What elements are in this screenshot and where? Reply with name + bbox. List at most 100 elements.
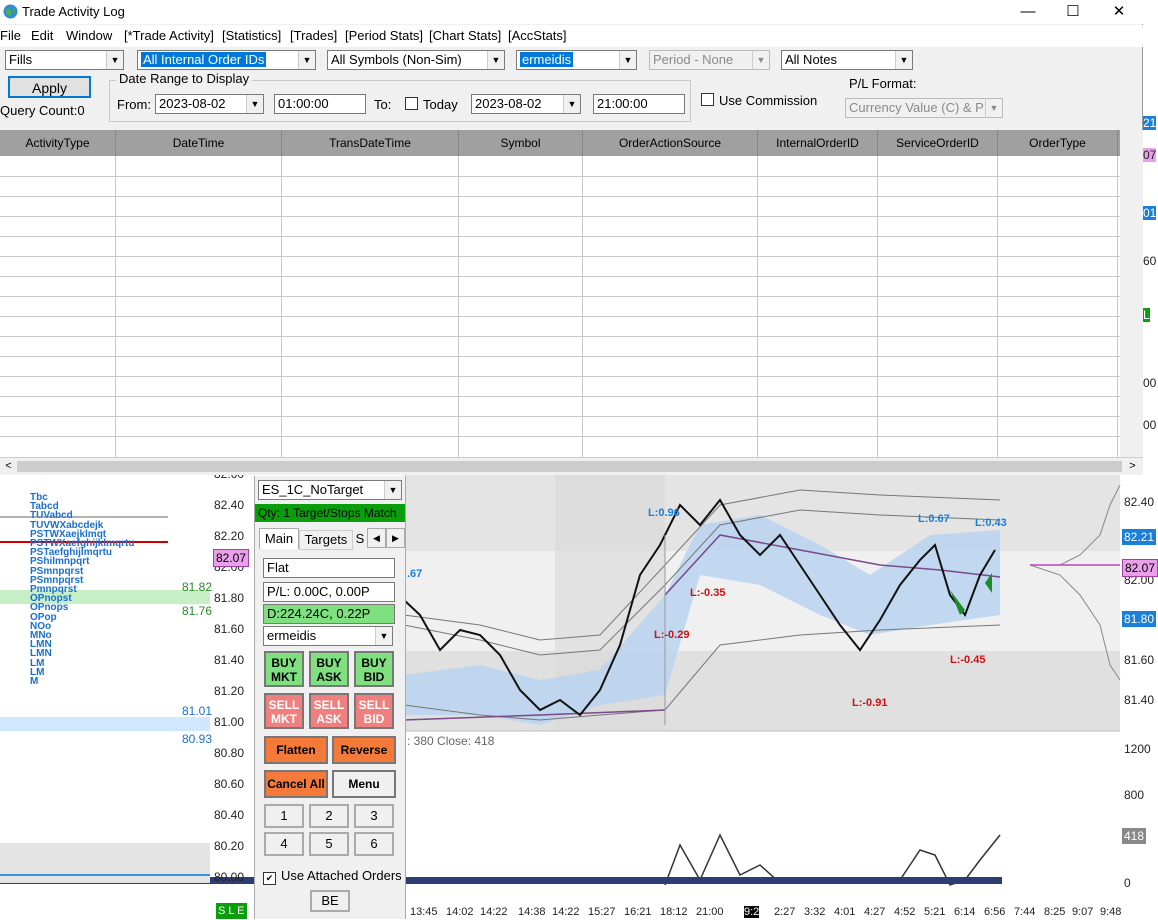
menu-trades[interactable]: [Trades] — [290, 28, 337, 43]
col-datetime[interactable]: DateTime — [116, 130, 282, 156]
buy-ask-button[interactable]: BUY ASK — [309, 651, 349, 687]
daily-pnl-field: D:224.24C, 0.22P — [263, 604, 395, 624]
from-time-input[interactable]: 01:00:00 — [274, 94, 366, 114]
time-label: 14:22 — [480, 906, 508, 918]
col-symbol[interactable]: Symbol — [459, 130, 583, 156]
activity-grid[interactable]: ActivityType DateTime TransDateTime Symb… — [0, 130, 1120, 457]
to-time-input[interactable]: 21:00:00 — [593, 94, 685, 114]
edge-tick: L — [1143, 308, 1150, 322]
use-attached-orders-checkbox[interactable]: ✔ — [263, 872, 276, 885]
maximize-button[interactable]: ☐ — [1050, 0, 1096, 24]
title-bar[interactable]: Trade Activity Log — ☐ ✕ — [0, 0, 1143, 24]
market-profile-letters: Tbc Tabcd TUVabcd TUVWXabcdejk PSTWXaejk… — [30, 492, 180, 686]
volume-readout: : 380 Close: 418 — [407, 734, 495, 748]
menu-acc-stats[interactable]: [AccStats] — [508, 28, 567, 43]
qty-button-4[interactable]: 4 — [264, 832, 304, 856]
scroll-right-icon[interactable]: > — [1124, 458, 1141, 475]
breakeven-button[interactable]: BE — [310, 890, 350, 912]
price-tick: 81.20 — [214, 684, 245, 698]
col-order-action-source[interactable]: OrderActionSource — [583, 130, 758, 156]
btn-line: BUY — [271, 656, 297, 670]
notes-select[interactable]: All Notes ▼ — [781, 50, 913, 70]
pl-format-value: Currency Value (C) & P — [849, 100, 984, 115]
buy-bid-button[interactable]: BUY BID — [354, 651, 394, 687]
to-date-picker[interactable]: 2023-08-02 ▼ — [471, 94, 581, 114]
trade-strategy-select[interactable]: ES_1C_NoTarget ▼ — [258, 480, 402, 500]
level-label: 81.01 — [182, 704, 213, 718]
trade-annotation: L:-0.91 — [852, 697, 888, 709]
horizontal-scrollbar[interactable]: < > — [0, 457, 1143, 475]
right-edge-labels: 21 07 01 60 00 00 L — [1143, 110, 1158, 470]
level-tag-right: 81.80 — [1122, 611, 1157, 627]
today-checkbox-row[interactable]: Today — [405, 97, 458, 112]
window-title: Trade Activity Log — [22, 4, 125, 19]
qty-button-5[interactable]: 5 — [309, 832, 349, 856]
trade-annotation: L:-0.29 — [654, 629, 690, 641]
buy-market-button[interactable]: BUY MKT — [264, 651, 304, 687]
tab-scroll-left-icon[interactable]: ◀ — [367, 528, 386, 548]
scroll-thumb[interactable] — [17, 461, 1122, 472]
menu-button[interactable]: Menu — [332, 770, 396, 798]
col-trans-datetime[interactable]: TransDateTime — [282, 130, 459, 156]
col-internal-order-id[interactable]: InternalOrderID — [758, 130, 878, 156]
qty-button-1[interactable]: 1 — [264, 804, 304, 828]
reverse-button[interactable]: Reverse — [332, 736, 396, 764]
tab-targets[interactable]: Targets — [299, 530, 353, 550]
time-label: 9:48 — [1100, 906, 1122, 918]
col-service-order-id[interactable]: ServiceOrderID — [878, 130, 998, 156]
col-activity-type[interactable]: ActivityType — [0, 130, 116, 156]
time-label: 9:07 — [1072, 906, 1094, 918]
chevron-down-icon: ▼ — [752, 51, 769, 69]
scroll-left-icon[interactable]: < — [0, 458, 17, 475]
cancel-all-button[interactable]: Cancel All — [264, 770, 328, 798]
menu-chart-stats[interactable]: [Chart Stats] — [429, 28, 501, 43]
menu-edit[interactable]: Edit — [31, 28, 53, 43]
qty-button-2[interactable]: 2 — [309, 804, 349, 828]
from-date-picker[interactable]: 2023-08-02 ▼ — [155, 94, 264, 114]
trade-account-select[interactable]: ermeidis ▼ — [263, 626, 393, 646]
sell-ask-button[interactable]: SELL ASK — [309, 693, 349, 729]
symbol-select[interactable]: All Symbols (Non-Sim) ▼ — [327, 50, 505, 70]
chart-area[interactable]: Tbc Tabcd TUVabcd TUVWXabcdejk PSTWXaejk… — [0, 465, 1158, 919]
menu-period-stats[interactable]: [Period Stats] — [345, 28, 423, 43]
qty-button-6[interactable]: 6 — [354, 832, 394, 856]
account-select[interactable]: ermeidis ▼ — [516, 50, 637, 70]
current-price-tag-right: 82.07 — [1122, 559, 1158, 577]
menu-window[interactable]: Window — [66, 28, 112, 43]
menu-statistics[interactable]: [Statistics] — [222, 28, 281, 43]
from-date-value: 2023-08-02 — [159, 96, 226, 111]
menu-trade-activity[interactable]: [*Trade Activity] — [124, 28, 214, 43]
qty-button-3[interactable]: 3 — [354, 804, 394, 828]
use-attached-orders-row[interactable]: ✔ Use Attached Orders — [263, 868, 402, 885]
use-commission-checkbox[interactable] — [701, 93, 714, 106]
col-order-type[interactable]: OrderType — [998, 130, 1118, 156]
use-commission-row[interactable]: Use Commission — [701, 93, 817, 108]
vertical-scrollbar[interactable] — [1120, 130, 1143, 457]
apply-button[interactable]: Apply — [8, 76, 91, 98]
period-select[interactable]: Period - None ▼ — [649, 50, 770, 70]
price-tick: 81.80 — [214, 591, 245, 605]
right-tick: 0 — [1124, 876, 1131, 890]
tab-main[interactable]: Main — [259, 528, 299, 549]
date-range-legend: Date Range to Display — [116, 71, 253, 86]
profile-row: MNo — [30, 630, 52, 642]
from-label: From: — [117, 97, 151, 112]
minimize-button[interactable]: — — [1005, 0, 1051, 24]
tab-s[interactable]: S — [353, 530, 367, 548]
chevron-down-icon: ▼ — [375, 627, 392, 645]
order-id-select[interactable]: All Internal Order IDs ▼ — [137, 50, 316, 70]
close-button[interactable]: ✕ — [1096, 0, 1142, 24]
grid-header: ActivityType DateTime TransDateTime Symb… — [0, 130, 1120, 156]
notes-value: All Notes — [785, 52, 838, 67]
globe-icon — [3, 4, 18, 19]
btn-line: SELL — [313, 698, 345, 712]
activity-type-select[interactable]: Fills ▼ — [5, 50, 124, 70]
menu-file[interactable]: File — [0, 28, 21, 43]
sell-bid-button[interactable]: SELL BID — [354, 693, 394, 729]
today-checkbox[interactable] — [405, 97, 418, 110]
level-label: 81.82 — [182, 580, 213, 594]
sell-market-button[interactable]: SELL MKT — [264, 693, 304, 729]
tab-scroll-right-icon[interactable]: ▶ — [386, 528, 405, 548]
flatten-button[interactable]: Flatten — [264, 736, 328, 764]
pl-format-select[interactable]: Currency Value (C) & P ▼ — [845, 98, 1003, 118]
